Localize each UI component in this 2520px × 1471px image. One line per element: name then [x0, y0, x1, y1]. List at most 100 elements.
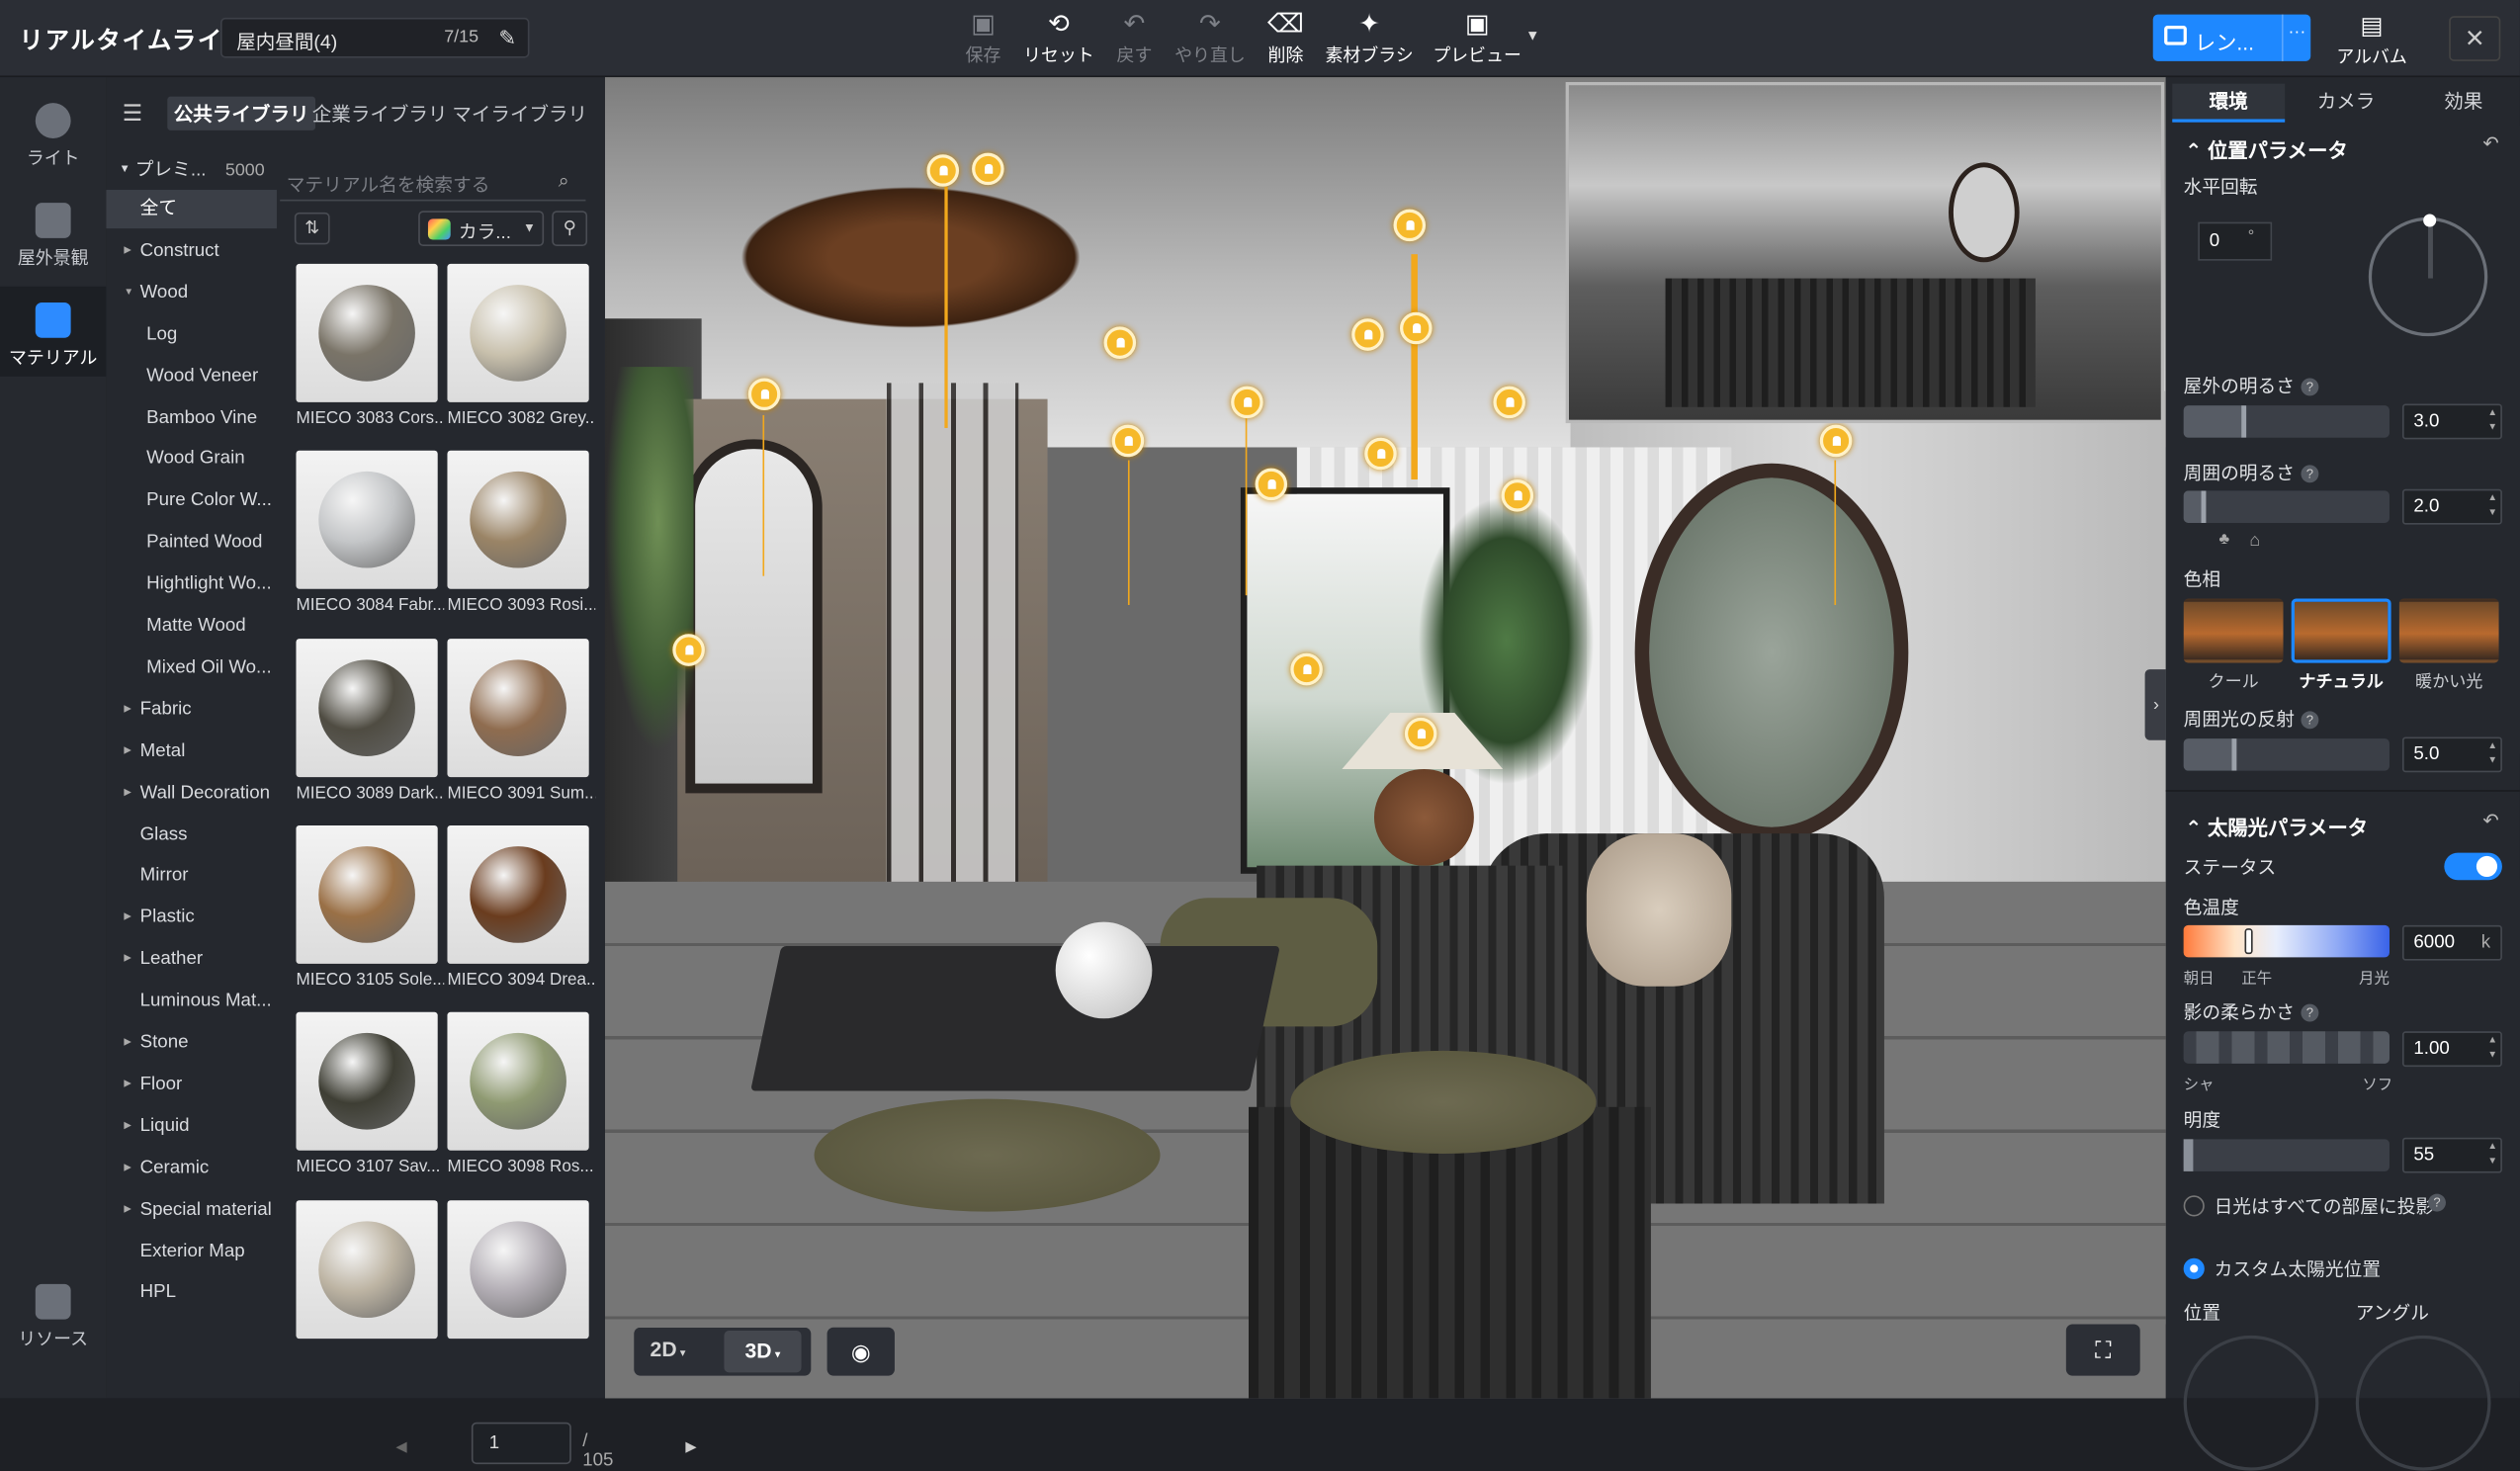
preview-button[interactable]: ▣ プレビュー — [1429, 10, 1525, 68]
page-prev-icon[interactable]: ◀ — [395, 1438, 406, 1456]
outdoor-brightness-slider[interactable] — [2183, 405, 2390, 438]
page-input[interactable]: 1 — [471, 1422, 571, 1465]
shadow-softness-input[interactable]: 1.00 ▲ ▼ — [2402, 1031, 2502, 1068]
category-item[interactable]: ▶ Stone — [106, 1023, 277, 1062]
category-item[interactable]: Wood Veneer — [106, 357, 277, 395]
caret-right-icon[interactable]: ▶ — [124, 231, 131, 270]
album-button[interactable]: ▤ アルバム — [2335, 11, 2409, 69]
category-item[interactable]: ▶ Ceramic — [106, 1149, 277, 1187]
light-marker[interactable] — [1501, 479, 1534, 512]
light-marker[interactable] — [1290, 652, 1323, 686]
material-tile[interactable]: MIECO 3084 Fabr... — [296, 451, 444, 638]
slider-knob[interactable] — [2241, 405, 2247, 438]
color-temperature-slider[interactable] — [2183, 924, 2390, 958]
light-marker[interactable] — [672, 634, 705, 666]
shadow-softness-slider[interactable] — [2183, 1031, 2390, 1064]
help-icon[interactable]: ? — [2301, 711, 2319, 730]
category-item[interactable]: 全て — [106, 190, 277, 229]
material-tile[interactable]: MIECO 3098 Ros... — [447, 1012, 594, 1199]
list-icon[interactable]: ☰ — [123, 100, 142, 128]
material-tile[interactable]: MIECO 3091 Sum... — [447, 638, 595, 824]
light-marker[interactable] — [1231, 386, 1263, 419]
category-item[interactable]: ▶ Construct — [106, 231, 277, 270]
sun-position-dial[interactable] — [2183, 1335, 2319, 1471]
rotation-input[interactable]: 0 ° — [2198, 221, 2273, 261]
category-item[interactable]: Log — [106, 315, 277, 354]
caret-right-icon[interactable]: ▶ — [124, 1190, 131, 1229]
delete-button[interactable]: ⌫ 削除 — [1238, 10, 1335, 68]
material-tile[interactable] — [296, 1199, 438, 1386]
category-item[interactable]: Bamboo Vine — [106, 398, 277, 437]
category-item[interactable]: ▶ Floor — [106, 1065, 277, 1103]
material-tile[interactable]: MIECO 3107 Sav... — [296, 1012, 440, 1199]
category-item[interactable]: Wood Grain — [106, 440, 277, 478]
material-tile[interactable]: MIECO 3082 Grey... — [447, 263, 595, 451]
material-tile[interactable] — [447, 1199, 589, 1386]
rail-item-resource[interactable]: リソース — [0, 1283, 106, 1364]
category-item[interactable]: ▶ Wall Decoration — [106, 773, 277, 812]
mode-2d-button[interactable]: 2D ▾ — [651, 1338, 686, 1361]
sun-section-header[interactable]: ⌃ 太陽光パラメータ — [2185, 811, 2368, 841]
light-marker[interactable] — [972, 152, 1004, 186]
brightness-slider[interactable] — [2183, 1139, 2390, 1171]
hue-preset-natural[interactable] — [2291, 598, 2391, 663]
light-marker[interactable] — [1393, 209, 1427, 242]
light-marker[interactable] — [1103, 326, 1137, 359]
rotation-handle[interactable] — [2423, 214, 2437, 227]
light-marker[interactable] — [926, 154, 960, 187]
tab-camera[interactable]: カメラ — [2288, 84, 2403, 120]
spinner-icon[interactable]: ▲ ▼ — [2487, 492, 2497, 521]
page-next-icon[interactable]: ▶ — [685, 1438, 696, 1456]
slider-knob[interactable] — [2183, 1139, 2194, 1171]
hue-preset-warm[interactable] — [2398, 598, 2499, 663]
render-button[interactable]: レン... ··· — [2152, 14, 2311, 61]
material-tile[interactable]: MIECO 3093 Rosi... — [447, 451, 595, 638]
light-marker[interactable] — [747, 378, 781, 411]
spinner-icon[interactable]: ▲ ▼ — [2487, 740, 2497, 769]
category-item[interactable]: Matte Wood — [106, 607, 277, 646]
caret-right-icon[interactable]: ▶ — [124, 940, 131, 979]
light-marker[interactable] — [1819, 424, 1853, 458]
visibility-button[interactable]: ◉ — [826, 1327, 895, 1376]
light-marker[interactable] — [1364, 437, 1397, 471]
slider-knob[interactable] — [2244, 928, 2253, 955]
search-icon[interactable]: ⌕ — [559, 169, 569, 193]
rail-item-light[interactable]: ライト — [0, 103, 106, 183]
help-icon[interactable]: ? — [2301, 465, 2319, 483]
caret-right-icon[interactable]: ▶ — [124, 732, 131, 770]
spinner-icon[interactable]: ▲ ▼ — [2487, 407, 2497, 436]
light-marker[interactable] — [1400, 311, 1433, 345]
sun-angle-dial[interactable] — [2355, 1335, 2491, 1471]
category-item[interactable]: Exterior Map — [106, 1232, 277, 1270]
caret-right-icon[interactable]: ▶ — [124, 690, 131, 729]
tab-effects[interactable]: 効果 — [2407, 84, 2520, 120]
chevron-down-icon[interactable]: ▼ — [1525, 28, 1540, 43]
close-button[interactable]: × — [2449, 16, 2501, 61]
tab-public-library[interactable]: 公共ライブラリ — [167, 96, 316, 130]
category-item[interactable]: ▶ Leather — [106, 940, 277, 979]
material-tile[interactable]: MIECO 3089 Dark... — [296, 638, 444, 824]
caret-right-icon[interactable]: ▶ — [124, 1065, 131, 1103]
radio-unchecked[interactable] — [2183, 1195, 2205, 1217]
camera-preview-thumbnail[interactable] — [1565, 82, 2165, 424]
caret-down-icon[interactable]: ▼ — [124, 273, 133, 311]
material-tile[interactable]: MIECO 3094 Drea... — [447, 824, 595, 1012]
brightness-input[interactable]: 55 ▲ ▼ — [2402, 1137, 2502, 1173]
category-item[interactable]: Mixed Oil Wo... — [106, 649, 277, 687]
caret-right-icon[interactable]: ▶ — [124, 773, 131, 812]
radio-checked[interactable] — [2183, 1257, 2205, 1279]
caret-right-icon[interactable]: ▶ — [124, 1023, 131, 1062]
rotation-dial[interactable] — [2368, 214, 2488, 337]
filter-button[interactable]: ⚲ — [552, 211, 588, 247]
category-item[interactable]: ▶ Liquid — [106, 1106, 277, 1145]
outdoor-brightness-input[interactable]: 3.0 ▲ ▼ — [2402, 403, 2502, 440]
category-item[interactable]: ▶ Plastic — [106, 899, 277, 937]
render-more-button[interactable]: ··· — [2281, 14, 2310, 61]
pencil-icon[interactable]: ✎ — [499, 26, 517, 51]
scene-selector[interactable]: 屋内昼間(4) 7/15 ✎ — [219, 17, 530, 58]
light-marker[interactable] — [1351, 318, 1384, 351]
rail-item-material[interactable]: マテリアル — [0, 286, 107, 377]
sort-button[interactable]: ⇅ — [294, 212, 330, 245]
ambient-reflection-slider[interactable] — [2183, 738, 2390, 771]
status-toggle[interactable] — [2444, 852, 2502, 881]
